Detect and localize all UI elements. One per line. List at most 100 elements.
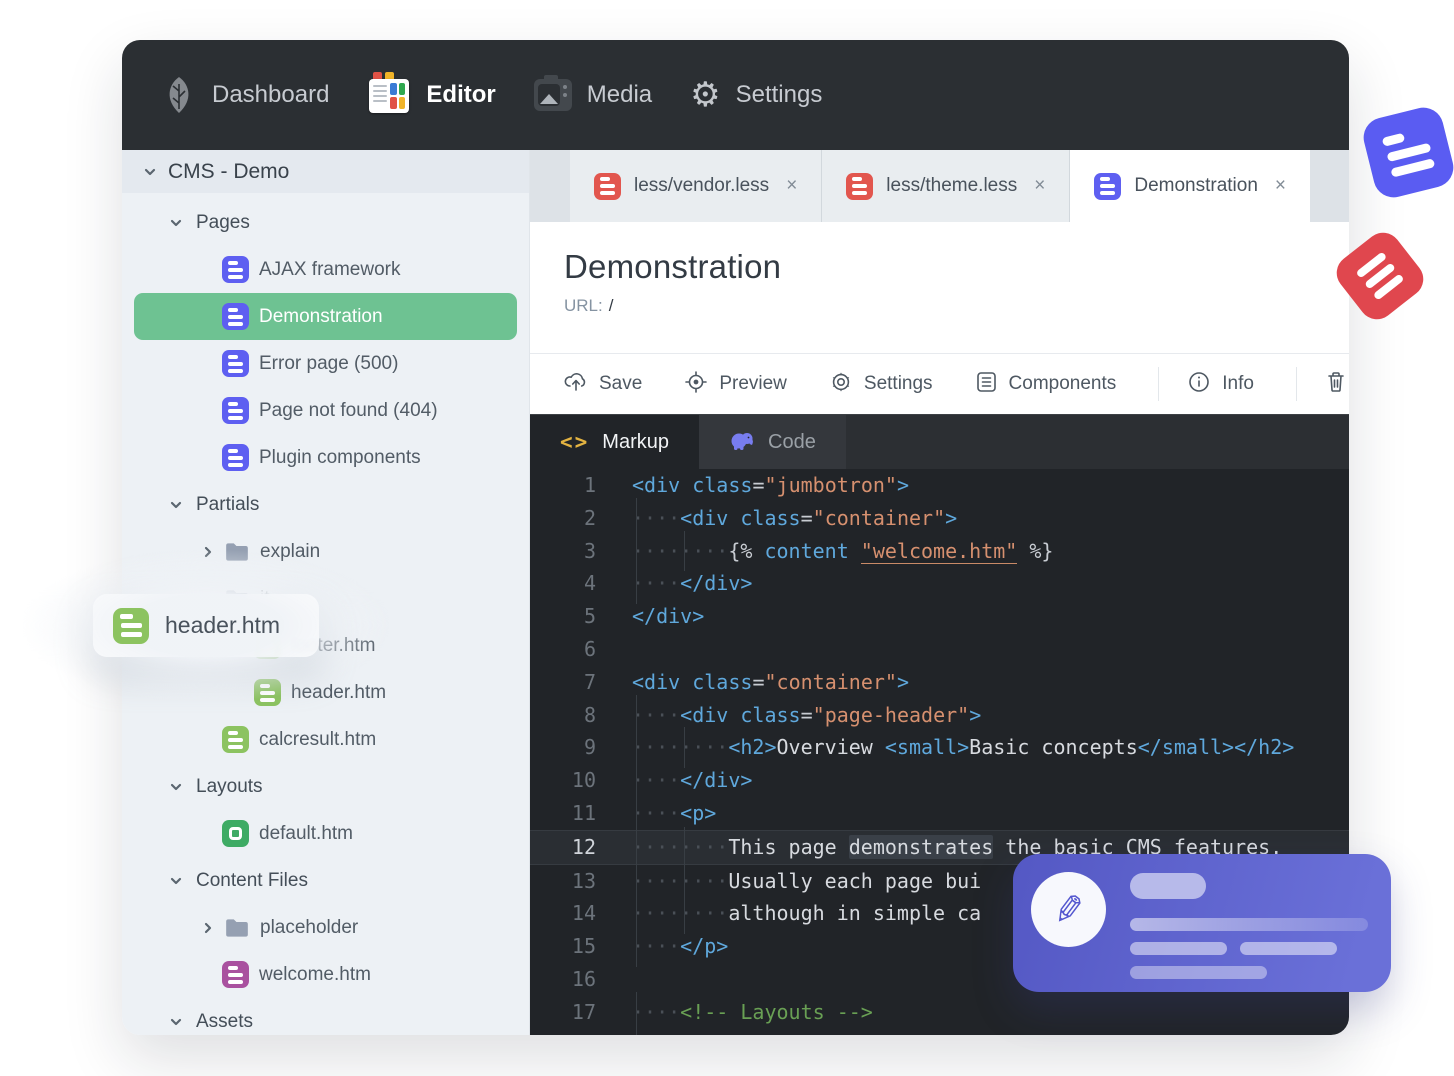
- editor-mode-tabs: <> Markup Code: [530, 414, 1349, 469]
- chevron-down-icon: [168, 215, 184, 231]
- tree-item-demonstration[interactable]: Demonstration: [134, 293, 517, 340]
- toolbar-save-button[interactable]: Save: [564, 371, 642, 398]
- tree-item-label: Page not found (404): [259, 399, 438, 421]
- toolbar-button-label: Preview: [719, 373, 787, 394]
- nav-label: Dashboard: [212, 81, 330, 108]
- code-line-content: ····<h2>Layouts</h2>: [612, 1024, 1349, 1035]
- pencil-icon: ✎: [1049, 885, 1088, 934]
- toolbar-components-button[interactable]: Components: [975, 370, 1117, 399]
- tree-item-page-not-found-404[interactable]: Page not found (404): [122, 387, 529, 434]
- sidebar-root-label: CMS - Demo: [168, 159, 290, 183]
- drag-ghost-card[interactable]: header.htm: [23, 550, 389, 701]
- nav-item-dashboard[interactable]: Dashboard: [212, 81, 329, 109]
- page-file-icon: [222, 256, 249, 283]
- file-tab-demonstration[interactable]: Demonstration ×: [1070, 150, 1311, 222]
- tree-section-content-files[interactable]: Content Files: [122, 857, 529, 904]
- document-toolbar: Save Preview Settings Components Info: [530, 353, 1349, 414]
- file-tab-label: less/theme.less: [886, 175, 1018, 196]
- code-line-6[interactable]: 6: [530, 633, 1349, 666]
- decorative-edit-card: ✎: [1013, 854, 1391, 992]
- open-file-tabs: less/vendor.less × less/theme.less × Demonst…: [530, 150, 1349, 222]
- skeleton-line: [1130, 918, 1368, 931]
- toolbar-info-button[interactable]: Info: [1187, 370, 1254, 399]
- code-line-content: ····<div class="container">: [612, 497, 1349, 539]
- file-tab-less-vendor-less[interactable]: less/vendor.less ×: [570, 150, 823, 222]
- pencil-circle: ✎: [1031, 872, 1106, 947]
- tree-item-error-page-500[interactable]: Error page (500): [122, 340, 529, 387]
- nav-item-editor[interactable]: Editor: [367, 72, 496, 115]
- url-value: /: [608, 296, 614, 315]
- code-line-5[interactable]: 5 </div>: [530, 600, 1349, 633]
- tree-item-label: Content Files: [196, 869, 308, 891]
- line-number: 13: [571, 868, 596, 893]
- code-line-content: <div class="jumbotron">: [632, 473, 909, 497]
- nav-label: Editor: [426, 81, 496, 108]
- code-line-4[interactable]: 4 ····</div>: [530, 563, 1349, 604]
- page-file-icon: [222, 350, 249, 377]
- code-line-content: ····<p>: [612, 792, 1349, 834]
- sidebar-root-header[interactable]: CMS - Demo: [122, 150, 529, 193]
- code-line-1[interactable]: 1 <div class="jumbotron">: [530, 469, 1349, 502]
- editor-tab-code[interactable]: Code: [699, 415, 846, 469]
- tree-item-label: Demonstration: [259, 305, 383, 327]
- nav-item-settings[interactable]: ⚙ Settings: [690, 78, 822, 112]
- tree-item-label: Layouts: [196, 775, 263, 797]
- nav-items: Dashboard Editor Media ⚙ Settings: [212, 72, 860, 115]
- skeleton-line: [1130, 942, 1227, 955]
- code-line-11[interactable]: 11 ····<p>: [530, 792, 1349, 834]
- code-line-8[interactable]: 8 ····<div class="page-header">: [530, 694, 1349, 736]
- tree-item-welcome-htm[interactable]: welcome.htm: [122, 951, 529, 998]
- close-tab-icon[interactable]: ×: [786, 175, 797, 197]
- tree-section-pages[interactable]: Pages: [122, 199, 529, 246]
- file-tab-label: less/vendor.less: [634, 175, 770, 196]
- file-tab-less-theme-less[interactable]: less/theme.less ×: [822, 150, 1071, 222]
- toolbar-settings-button[interactable]: Settings: [829, 370, 933, 399]
- tree-item-calcresult-htm[interactable]: calcresult.htm: [122, 716, 529, 763]
- code-line-content: <div class="container">: [632, 669, 909, 694]
- nav-item-media[interactable]: Media: [533, 75, 652, 111]
- line-number: 12: [571, 834, 596, 859]
- layout-file-icon: [222, 820, 249, 847]
- line-number: 1: [583, 473, 596, 497]
- nav-label: Settings: [735, 81, 823, 108]
- toolbar-preview-button[interactable]: Preview: [684, 370, 787, 399]
- code-line-2[interactable]: 2 ····<div class="container">: [530, 497, 1349, 539]
- partial-file-icon: [222, 726, 249, 753]
- close-tab-icon[interactable]: ×: [1034, 175, 1045, 197]
- editor-tab-markup[interactable]: <> Markup: [530, 415, 699, 469]
- code-line-18[interactable]: 18····<h2>Layouts</h2>: [530, 1024, 1349, 1035]
- code-line-9[interactable]: 9 ········<h2>Overview <small>Basic conce…: [530, 727, 1349, 768]
- toolbar-delete-button[interactable]: [1325, 370, 1347, 399]
- tree-section-partials[interactable]: Partials: [122, 481, 529, 528]
- code-line-10[interactable]: 10 ····</div>: [530, 760, 1349, 801]
- line-number: 2: [583, 505, 596, 530]
- tree-item-ajax-framework[interactable]: AJAX framework: [122, 246, 529, 293]
- code-line-content: ········<h2>Overview <small>Basic concep…: [612, 727, 1349, 768]
- close-tab-icon[interactable]: ×: [1275, 175, 1286, 197]
- line-number: 8: [583, 702, 596, 727]
- chevron-down-icon: [168, 497, 184, 513]
- tree-item-default-htm[interactable]: default.htm: [122, 810, 529, 857]
- october-leaf-logo-icon: [160, 75, 198, 115]
- tree-item-label: Plugin components: [259, 446, 421, 468]
- skeleton-pill: [1130, 873, 1206, 899]
- line-number: 18: [530, 1029, 612, 1035]
- code-line-3[interactable]: 3 ········{% content "welcome.htm" %}: [530, 530, 1349, 572]
- preview-target-icon: [684, 370, 708, 399]
- code-line-7[interactable]: 7 <div class="container">: [530, 666, 1349, 699]
- tree-section-layouts[interactable]: Layouts: [122, 763, 529, 810]
- editor-tab-label: Code: [768, 430, 816, 453]
- code-line-17[interactable]: 17 ····<!-- Layouts -->: [530, 991, 1349, 1033]
- line-number: 5: [583, 604, 596, 629]
- code-line-content: ····<div class="page-header">: [612, 694, 1349, 736]
- line-number: 16: [571, 966, 596, 991]
- tree-folder-placeholder[interactable]: placeholder: [122, 904, 529, 951]
- trash-icon: [1325, 370, 1347, 399]
- angle-brackets-icon: <>: [560, 430, 590, 454]
- tree-item-label: welcome.htm: [259, 963, 371, 985]
- toolbar-button-label: Components: [1008, 373, 1117, 394]
- less-file-icon: [846, 172, 874, 200]
- tree-item-label: calcresult.htm: [259, 728, 377, 750]
- tree-section-assets[interactable]: Assets: [122, 998, 529, 1035]
- tree-item-plugin-components[interactable]: Plugin components: [122, 434, 529, 481]
